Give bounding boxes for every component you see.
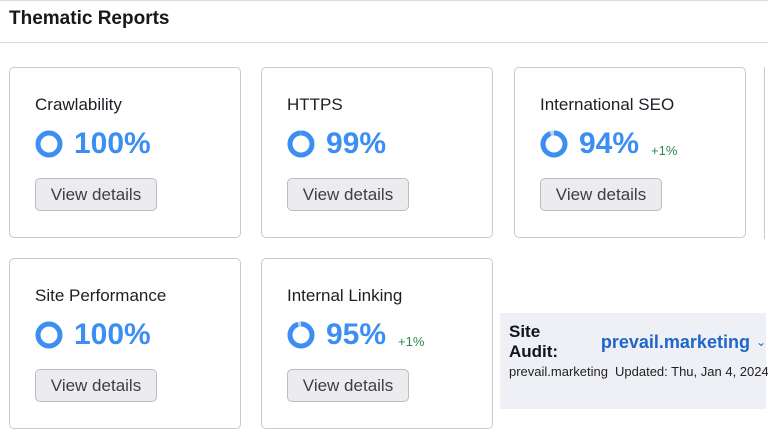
view-details-button[interactable]: View details: [287, 178, 409, 211]
view-details-button[interactable]: View details: [35, 369, 157, 402]
card-title: HTTPS: [287, 95, 343, 114]
report-card-site-performance: Site Performance 100% View details: [9, 258, 241, 429]
score-row: 100%: [35, 318, 151, 352]
score-ring-icon: [287, 130, 315, 158]
score-value: 100%: [74, 127, 151, 160]
site-audit-domain-selector[interactable]: prevail.marketing: [601, 332, 750, 353]
view-details-button[interactable]: View details: [287, 369, 409, 402]
section-header: Thematic Reports: [0, 0, 768, 43]
ring-progress: [540, 130, 568, 158]
score-delta: +1%: [398, 333, 425, 349]
score-row: 99%: [287, 127, 386, 161]
ring-progress: [35, 321, 63, 349]
card-title: International SEO: [540, 95, 675, 114]
site-audit-title-row: Site Audit: prevail.marketing ⌄: [509, 322, 766, 362]
score-value: 94%: [579, 127, 640, 160]
score-ring-icon: [287, 321, 315, 349]
score-ring-icon: [35, 130, 63, 158]
score-row: 95% +1%: [287, 318, 424, 352]
score-delta: +1%: [651, 142, 678, 158]
card-title: Site Performance: [35, 286, 167, 305]
score-ring-icon: [540, 130, 568, 158]
site-audit-project-name: prevail.marketing: [509, 364, 608, 379]
view-details-button[interactable]: View details: [540, 178, 662, 211]
site-audit-panel: Site Audit: prevail.marketing ⌄ prevail.…: [500, 313, 768, 409]
chevron-down-icon[interactable]: ⌄: [756, 335, 766, 349]
score-value: 99%: [326, 127, 387, 160]
score-value: 100%: [74, 318, 151, 351]
partial-report-card: [764, 67, 768, 239]
site-audit-label: Site Audit:: [509, 322, 559, 361]
section-title: Thematic Reports: [9, 8, 170, 29]
report-card-international-seo: International SEO 94% +1% View details: [514, 67, 746, 238]
score-value: 95%: [326, 318, 387, 351]
ring-progress: [287, 321, 315, 349]
score-row: 94% +1%: [540, 127, 677, 161]
card-title: Crawlability: [35, 95, 122, 114]
report-card-https: HTTPS 99% View details: [261, 67, 493, 238]
score-ring-icon: [35, 321, 63, 349]
score-row: 100%: [35, 127, 151, 161]
site-audit-updated-date: Updated: Thu, Jan 4, 2024: [615, 364, 768, 379]
ring-progress: [287, 130, 315, 158]
view-details-button[interactable]: View details: [35, 178, 157, 211]
ring-progress: [35, 130, 63, 158]
card-title: Internal Linking: [287, 286, 403, 305]
report-card-crawlability: Crawlability 100% View details: [9, 67, 241, 238]
report-card-internal-linking: Internal Linking 95% +1% View details: [261, 258, 493, 429]
thematic-reports-page: Thematic Reports Crawlability 100% View …: [0, 0, 768, 448]
